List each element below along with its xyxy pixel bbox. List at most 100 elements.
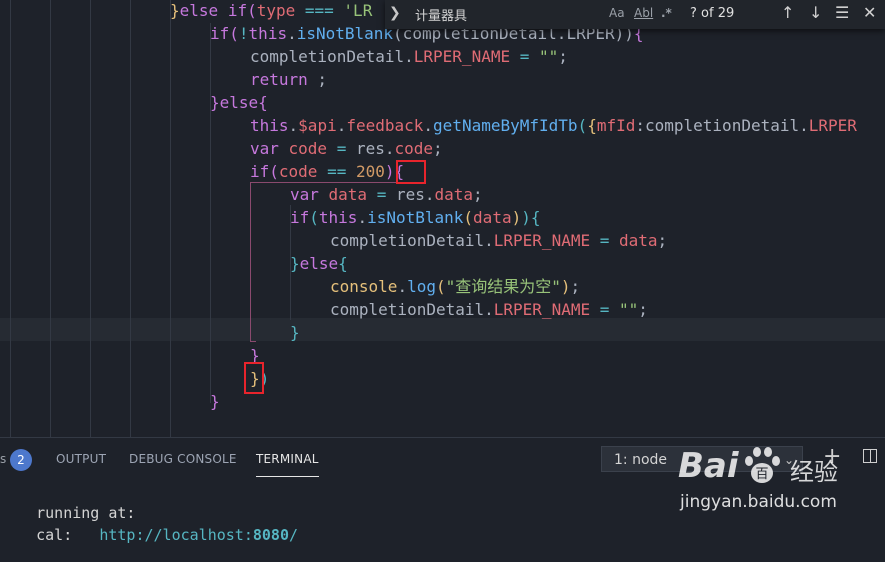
code-token: =: [367, 185, 396, 204]
code-token: .: [336, 116, 347, 135]
code-token: ;: [473, 185, 483, 204]
code-token: }: [210, 93, 220, 112]
watermark-suffix: 经验: [790, 458, 838, 486]
find-in-selection-icon[interactable]: ☰: [835, 3, 849, 22]
code-token: res.: [355, 139, 395, 158]
code-token: ;: [638, 300, 648, 319]
code-editor[interactable]: }else if(type === 'LR if(!this.isNotBlank…: [0, 0, 885, 437]
code-token: LRPER: [808, 116, 857, 135]
current-line-highlight: [0, 318, 885, 341]
code-line[interactable]: completionDetail.LRPER_NAME = "";: [330, 298, 648, 321]
code-token: !: [238, 24, 249, 43]
code-token: (: [229, 24, 239, 43]
paw-icon: 百: [745, 447, 780, 483]
code-line[interactable]: }else{: [290, 252, 348, 275]
code-token: ): [511, 208, 522, 227]
code-token: =: [590, 300, 619, 319]
terminal-line: cal: http://localhost:8080/: [0, 508, 298, 562]
code-token: LRPER_NAME: [493, 231, 591, 250]
code-token: ): [521, 208, 531, 227]
code-token: }: [290, 254, 300, 273]
code-token: completionDetail.: [250, 47, 414, 66]
code-line[interactable]: return ;: [250, 68, 327, 91]
code-token: .: [287, 24, 297, 43]
arrow-up-icon[interactable]: ↑: [781, 3, 794, 22]
code-token: ===: [295, 1, 344, 20]
baidu-jingyan-watermark: Bai 百 经验 jingyan.baidu.com: [650, 440, 885, 533]
code-line[interactable]: if(code == 200){: [250, 160, 404, 183]
code-line[interactable]: var code = res.code;: [250, 137, 443, 160]
code-token: :completionDetail.: [635, 116, 809, 135]
code-token: completionDetail.: [330, 300, 494, 319]
find-widget: ❯ 计量器具 Aa Abl .* ? of 29 ↑ ↓ ☰ ✕: [385, 0, 885, 29]
indent-guide: [130, 0, 131, 437]
code-line[interactable]: }else if(type === 'LR: [170, 0, 372, 22]
regex-toggle[interactable]: .*: [661, 6, 672, 20]
tab-terminal[interactable]: TERMINAL: [256, 452, 319, 477]
bracket-scope-line: [250, 341, 256, 342]
problems-tab-fragment[interactable]: s: [0, 452, 6, 466]
code-token: ;: [570, 277, 581, 296]
code-token: var: [250, 139, 289, 158]
code-token: LRPER_NAME: [493, 300, 591, 319]
code-token: if: [250, 162, 270, 181]
code-token: LRPER_NAME: [413, 47, 511, 66]
code-token: .: [288, 116, 299, 135]
code-token: var: [290, 185, 329, 204]
watermark-brand: Bai: [678, 446, 739, 486]
code-token: console: [330, 277, 398, 296]
code-token: (: [577, 116, 588, 135]
code-token: isNotBlank: [367, 208, 464, 227]
indent-guide: [170, 0, 171, 437]
code-token: ;: [558, 47, 568, 66]
code-token: }: [170, 1, 180, 20]
code-token: ;: [307, 70, 328, 89]
code-token: =: [327, 139, 356, 158]
code-token: getNameByMfIdTb: [433, 116, 578, 135]
code-line[interactable]: if(this.isNotBlank(data)){: [290, 206, 541, 229]
code-line[interactable]: }else{: [210, 91, 268, 114]
code-token: (: [435, 277, 446, 296]
code-line[interactable]: var data = res.data;: [290, 183, 483, 206]
code-line[interactable]: }: [210, 390, 220, 413]
chevron-right-icon[interactable]: ❯: [389, 5, 401, 21]
indent-guide: [50, 0, 51, 437]
highlight-box-close-brace: [244, 362, 264, 394]
close-icon[interactable]: ✕: [863, 3, 876, 22]
match-case-toggle[interactable]: Aa: [609, 6, 625, 20]
code-token: else: [219, 93, 259, 112]
code-token: }: [210, 392, 220, 411]
code-token: isNotBlank: [296, 24, 394, 43]
tab-debug-console[interactable]: DEBUG CONSOLE: [129, 452, 237, 466]
code-token: data: [328, 185, 368, 204]
code-token: else: [299, 254, 339, 273]
code-token: completionDetail.: [330, 231, 494, 250]
code-token: res.: [395, 185, 435, 204]
code-line[interactable]: this.$api.feedback.getNameByMfIdTb({mfId…: [250, 114, 857, 137]
code-token: $api: [298, 116, 337, 135]
code-token: }: [290, 323, 300, 342]
code-token: else: [179, 1, 228, 20]
code-token: ): [384, 162, 395, 181]
find-input[interactable]: 计量器具: [415, 5, 467, 24]
code-line[interactable]: completionDetail.LRPER_NAME = "";: [250, 45, 568, 68]
arrow-down-icon[interactable]: ↓: [809, 3, 822, 22]
code-token: this: [318, 208, 358, 227]
code-token: ;: [433, 139, 443, 158]
code-line[interactable]: }: [290, 321, 300, 344]
code-token: return: [250, 70, 308, 89]
code-token: if: [210, 24, 230, 43]
code-token: {: [258, 93, 268, 112]
code-token: this: [250, 116, 289, 135]
terminal-port[interactable]: 8080: [253, 526, 289, 544]
code-token: type: [256, 1, 296, 20]
tab-output[interactable]: OUTPUT: [56, 452, 106, 466]
terminal-url-slash[interactable]: /: [289, 526, 298, 544]
code-token: {: [587, 116, 597, 135]
code-line[interactable]: completionDetail.LRPER_NAME = data;: [330, 229, 667, 252]
whole-word-toggle[interactable]: Abl: [634, 6, 653, 20]
code-line[interactable]: console.log("查询结果为空");: [330, 275, 580, 298]
code-token: log: [407, 277, 436, 296]
code-token: (: [269, 162, 279, 181]
terminal-url[interactable]: http://localhost:: [99, 526, 253, 544]
